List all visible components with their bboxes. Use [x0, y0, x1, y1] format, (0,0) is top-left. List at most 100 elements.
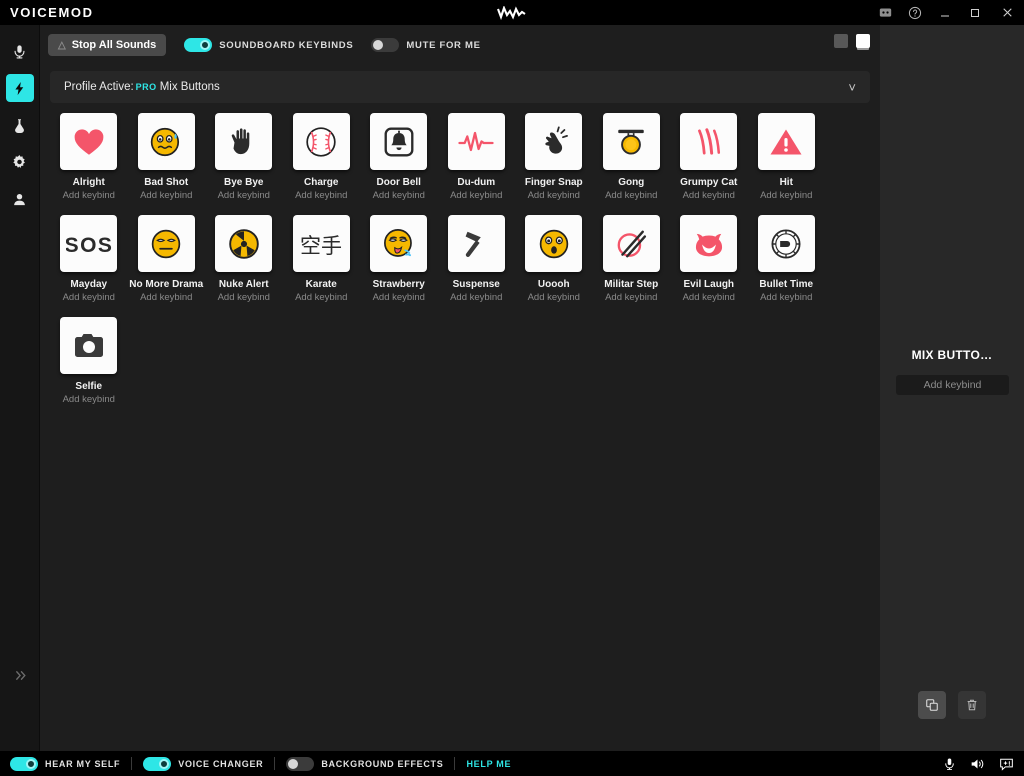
voice-changer-group: VOICE CHANGER: [143, 756, 263, 771]
hear-myself-toggle[interactable]: [10, 756, 38, 771]
minimize-icon[interactable]: [930, 0, 960, 25]
sound-tile[interactable]: Selfie Add keybind: [50, 317, 128, 406]
sound-tile[interactable]: Suspense Add keybind: [438, 215, 516, 304]
sound-tile-add-keybind[interactable]: Add keybind: [515, 291, 593, 304]
sound-tile-add-keybind[interactable]: Add keybind: [670, 291, 748, 304]
mute-for-me-toggle[interactable]: [371, 38, 400, 52]
feedback-chat-icon[interactable]: [999, 757, 1014, 771]
help-icon[interactable]: [900, 0, 930, 25]
panel-add-keybind-button[interactable]: Add keybind: [896, 375, 1009, 395]
sound-tile[interactable]: Gong Add keybind: [593, 113, 671, 202]
profile-selector[interactable]: Profile Active: PRO Mix Buttons ˅: [50, 71, 870, 103]
sidebar-item-voicelab[interactable]: [6, 111, 34, 139]
sound-tile-add-keybind[interactable]: Add keybind: [593, 291, 671, 304]
camera-icon[interactable]: [60, 317, 118, 374]
stop-all-sounds-button[interactable]: △ Stop All Sounds: [48, 34, 167, 56]
unamused-face-icon[interactable]: [137, 215, 195, 272]
sound-tile[interactable]: Charge Add keybind: [283, 113, 361, 202]
heart-icon[interactable]: [60, 113, 118, 170]
sidebar-item-account[interactable]: [6, 185, 34, 213]
sidebar-item-settings[interactable]: [6, 148, 34, 176]
duplicate-button[interactable]: [918, 691, 946, 719]
snapping-fingers-icon[interactable]: [525, 113, 583, 170]
sound-tile[interactable]: Strawberry Add keybind: [360, 215, 438, 304]
delete-button[interactable]: [958, 691, 986, 719]
bottom-bar-icons: [943, 757, 1014, 771]
sound-tile-add-keybind[interactable]: Add keybind: [128, 291, 206, 304]
sound-tile-add-keybind[interactable]: Add keybind: [748, 189, 826, 202]
bullet-clock-icon[interactable]: [757, 215, 815, 272]
sidebar-item-soundboard[interactable]: [5, 74, 34, 102]
sound-tile-name: Alright: [72, 177, 105, 188]
sweat-face-icon[interactable]: [137, 113, 195, 170]
waving-hand-icon[interactable]: [215, 113, 273, 170]
radioactive-icon[interactable]: [215, 215, 273, 272]
soundboard-keybinds-toggle[interactable]: [184, 38, 213, 52]
sound-tile[interactable]: Finger Snap Add keybind: [515, 113, 593, 202]
claw-scratch-icon[interactable]: [680, 113, 738, 170]
sound-tile[interactable]: Nuke Alert Add keybind: [205, 215, 283, 304]
hammer-icon[interactable]: [447, 215, 505, 272]
sound-tile-add-keybind[interactable]: Add keybind: [438, 291, 516, 304]
view-mode-large-button[interactable]: [856, 34, 870, 48]
sound-tile[interactable]: SOS Mayday Add keybind: [50, 215, 128, 304]
sound-tile[interactable]: Du-dum Add keybind: [438, 113, 516, 202]
sound-tile[interactable]: No More Drama Add keybind: [128, 215, 206, 304]
background-effects-toggle[interactable]: [286, 756, 315, 771]
sound-tile[interactable]: Bullet Time Add keybind: [748, 215, 826, 304]
maximize-icon[interactable]: [960, 0, 990, 25]
devil-face-icon[interactable]: [680, 215, 738, 272]
voice-changer-toggle[interactable]: [143, 756, 172, 771]
close-icon[interactable]: [990, 0, 1024, 25]
chevron-down-icon[interactable]: ˅: [848, 80, 856, 95]
sound-tile-add-keybind[interactable]: Add keybind: [283, 189, 361, 202]
sound-tile-add-keybind[interactable]: Add keybind: [205, 189, 283, 202]
sound-tile-add-keybind[interactable]: Add keybind: [360, 189, 438, 202]
stop-all-sounds-label: Stop All Sounds: [71, 39, 157, 51]
sound-tile[interactable]: Bad Shot Add keybind: [128, 113, 206, 202]
sound-tile-name: Nuke Alert: [218, 279, 269, 290]
sound-tile[interactable]: Grumpy Cat Add keybind: [670, 113, 748, 202]
soundboard-keybinds-group: SOUNDBOARD KEYBINDS: [184, 38, 353, 52]
sound-tile[interactable]: 空手 Karate Add keybind: [283, 215, 361, 304]
karate-kanji-icon[interactable]: 空手: [292, 215, 350, 272]
sound-tile[interactable]: Door Bell Add keybind: [360, 113, 438, 202]
sound-tile-name: Gong: [618, 177, 645, 188]
heartbeat-pulse-icon[interactable]: [447, 113, 505, 170]
warning-triangle-icon[interactable]: [757, 113, 815, 170]
sound-tile[interactable]: Alright Add keybind: [50, 113, 128, 202]
sound-tile-add-keybind[interactable]: Add keybind: [50, 189, 128, 202]
sos-icon[interactable]: SOS: [60, 215, 118, 272]
sound-tile-add-keybind[interactable]: Add keybind: [128, 189, 206, 202]
sound-tile-add-keybind[interactable]: Add keybind: [283, 291, 361, 304]
doorbell-icon[interactable]: [370, 113, 428, 170]
sound-tile-add-keybind[interactable]: Add keybind: [50, 291, 128, 304]
gong-icon[interactable]: [602, 113, 660, 170]
help-me-link[interactable]: HELP ME: [466, 759, 511, 769]
sound-tile-name: Strawberry: [372, 279, 425, 290]
sound-tile-add-keybind[interactable]: Add keybind: [515, 189, 593, 202]
sidebar-expand-button[interactable]: [0, 661, 40, 689]
sound-tile-add-keybind[interactable]: Add keybind: [670, 189, 748, 202]
sound-tile-add-keybind[interactable]: Add keybind: [50, 393, 128, 406]
sound-tile[interactable]: Hit Add keybind: [748, 113, 826, 202]
surprised-face-icon[interactable]: [525, 215, 583, 272]
sound-tile-add-keybind[interactable]: Add keybind: [205, 291, 283, 304]
microphone-icon[interactable]: [943, 757, 956, 771]
sound-tile[interactable]: Militar Step Add keybind: [593, 215, 671, 304]
sidebar-item-voice[interactable]: [6, 37, 34, 65]
sound-tile[interactable]: Evil Laugh Add keybind: [670, 215, 748, 304]
view-mode-grid-button[interactable]: [834, 34, 848, 48]
discord-icon[interactable]: [870, 0, 900, 25]
sound-tile-add-keybind[interactable]: Add keybind: [360, 291, 438, 304]
sound-tile[interactable]: Bye Bye Add keybind: [205, 113, 283, 202]
drum-sticks-icon[interactable]: [602, 215, 660, 272]
background-effects-label: BACKGROUND EFFECTS: [321, 758, 444, 769]
speaker-icon[interactable]: [970, 757, 985, 771]
sound-tile-add-keybind[interactable]: Add keybind: [748, 291, 826, 304]
sound-tile[interactable]: Uoooh Add keybind: [515, 215, 593, 304]
sound-tile-add-keybind[interactable]: Add keybind: [438, 189, 516, 202]
sound-tile-add-keybind[interactable]: Add keybind: [593, 189, 671, 202]
baseball-icon[interactable]: [292, 113, 350, 170]
tongue-out-face-icon[interactable]: [370, 215, 428, 272]
